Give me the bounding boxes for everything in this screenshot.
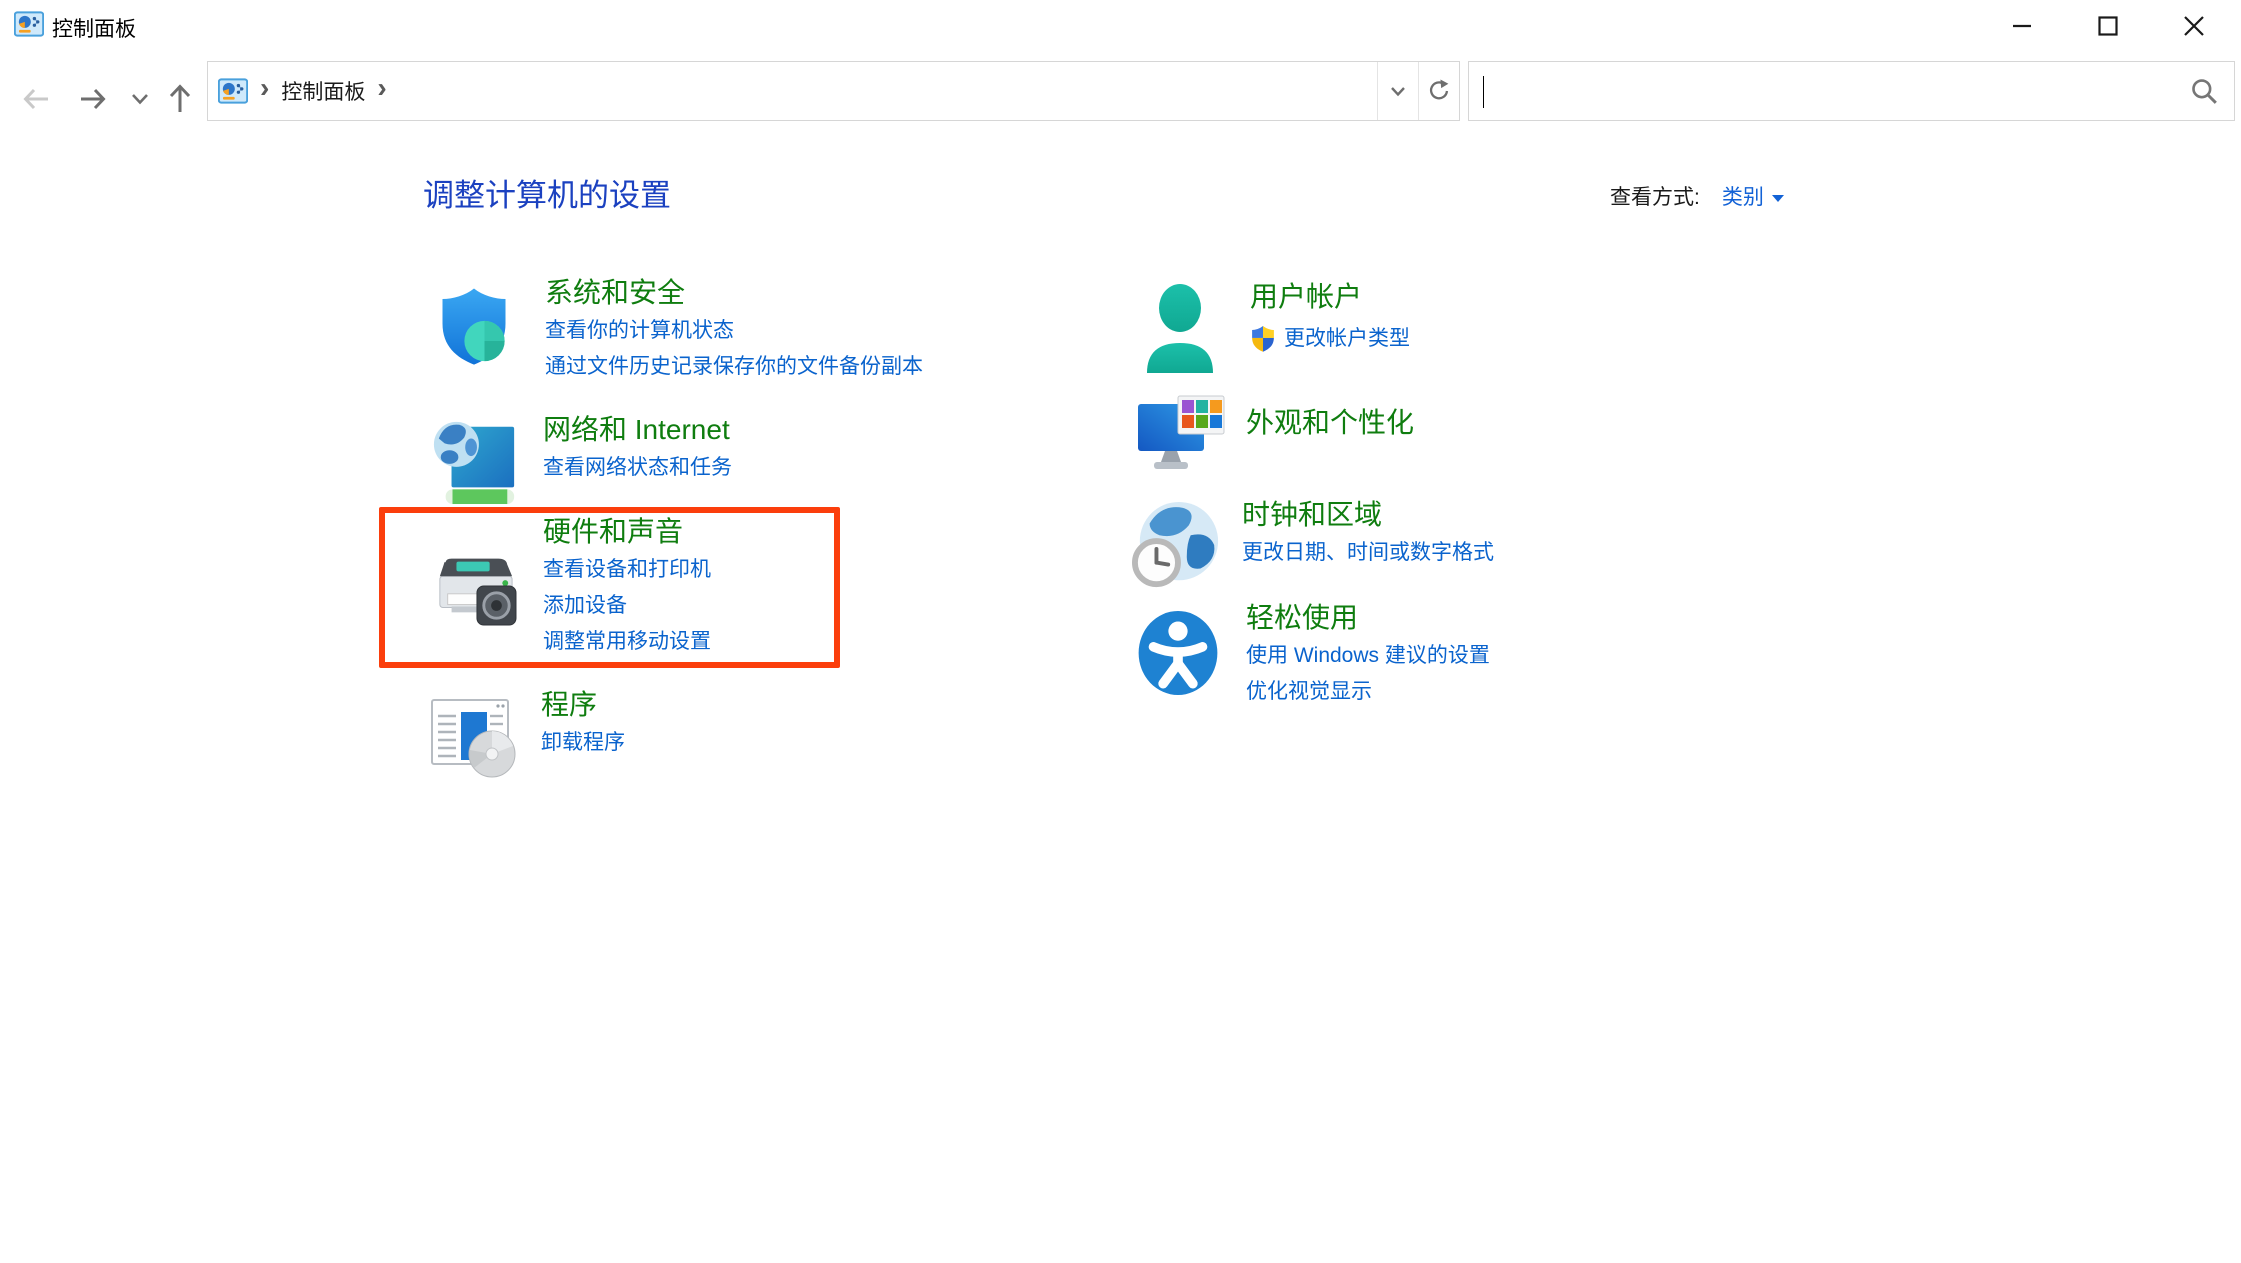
category-clock-and-region: 时钟和区域 更改日期、时间或数字格式: [1132, 495, 1494, 571]
task-link[interactable]: 查看网络状态和任务: [543, 450, 732, 486]
category-appearance-and-personalization: 外观和个性化: [1136, 403, 1414, 443]
chevron-down-icon: [1390, 86, 1406, 97]
view-by-label: 查看方式:: [1610, 181, 1700, 211]
breadcrumb-separator-icon: ›: [365, 72, 398, 110]
printer-speaker-icon[interactable]: [430, 545, 520, 632]
window-title: 控制面板: [52, 13, 136, 43]
control-panel-icon: [14, 11, 44, 37]
category-system-and-security: 系统和安全 查看你的计算机状态 通过文件历史记录保存你的文件备份副本: [432, 273, 923, 385]
maximize-button[interactable]: [2065, 0, 2151, 52]
category-title[interactable]: 时钟和区域: [1242, 495, 1494, 535]
task-link[interactable]: 查看你的计算机状态: [545, 313, 923, 349]
forward-button[interactable]: [76, 82, 110, 116]
back-button[interactable]: [19, 82, 53, 116]
refresh-icon: [1426, 78, 1452, 104]
refresh-button[interactable]: [1418, 62, 1459, 120]
uac-shield-icon: [1250, 325, 1276, 353]
search-input[interactable]: [1487, 62, 2157, 120]
address-dropdown-button[interactable]: [1377, 62, 1418, 120]
category-network-and-internet: 网络和 Internet 查看网络状态和任务: [430, 410, 732, 486]
program-disc-icon[interactable]: [428, 694, 522, 783]
close-icon: [2182, 14, 2206, 38]
task-link[interactable]: 调整常用移动设置: [543, 624, 711, 660]
breadcrumb-separator-icon: ›: [248, 72, 281, 110]
task-link[interactable]: 通过文件历史记录保存你的文件备份副本: [545, 349, 923, 385]
task-link[interactable]: 使用 Windows 建议的设置: [1246, 638, 1490, 674]
globe-clock-icon[interactable]: [1132, 500, 1222, 595]
breadcrumb-control-panel[interactable]: 控制面板: [281, 76, 365, 106]
category-title[interactable]: 系统和安全: [545, 273, 923, 313]
category-title[interactable]: 程序: [541, 685, 625, 725]
category-title[interactable]: 外观和个性化: [1246, 403, 1414, 443]
back-arrow-icon: [20, 83, 52, 115]
up-button[interactable]: [163, 82, 197, 116]
search-box[interactable]: [1468, 61, 2235, 121]
navigation-bar: › 控制面板 ›: [0, 52, 2241, 132]
control-panel-window: 控制面板 › 控制面板: [0, 0, 2241, 1263]
page-title: 调整计算机的设置: [423, 170, 671, 215]
category-title[interactable]: 硬件和声音: [543, 512, 711, 552]
maximize-icon: [2096, 14, 2120, 38]
close-button[interactable]: [2151, 0, 2237, 52]
category-ease-of-access: 轻松使用 使用 Windows 建议的设置 优化视觉显示: [1136, 598, 1490, 710]
chevron-down-icon[interactable]: [1772, 195, 1784, 202]
title-bar: 控制面板: [0, 0, 2241, 52]
forward-arrow-icon: [77, 83, 109, 115]
shield-pie-icon[interactable]: [432, 283, 516, 376]
recent-pages-button[interactable]: [123, 82, 157, 116]
task-link[interactable]: 添加设备: [543, 588, 711, 624]
minimize-button[interactable]: [1979, 0, 2065, 52]
task-link[interactable]: 优化视觉显示: [1246, 674, 1490, 710]
monitor-palette-icon[interactable]: [1136, 394, 1226, 479]
category-title[interactable]: 用户帐户: [1250, 277, 1410, 317]
task-link[interactable]: 查看设备和打印机: [543, 552, 711, 588]
category-title[interactable]: 网络和 Internet: [543, 410, 732, 450]
task-link[interactable]: 卸载程序: [541, 725, 625, 761]
address-bar[interactable]: › 控制面板 ›: [207, 61, 1460, 121]
control-panel-icon: [218, 78, 248, 104]
task-link[interactable]: 更改帐户类型: [1250, 321, 1410, 357]
category-programs: 程序 卸载程序: [428, 685, 625, 761]
minimize-icon: [2010, 14, 2034, 38]
view-by-dropdown[interactable]: 类别: [1722, 181, 1764, 211]
user-icon[interactable]: [1140, 281, 1220, 378]
category-user-accounts: 用户帐户 更改帐户类型: [1140, 277, 1410, 357]
category-hardware-and-sound: 硬件和声音 查看设备和打印机 添加设备 调整常用移动设置: [430, 512, 711, 660]
search-icon: [2190, 77, 2218, 105]
task-link[interactable]: 更改日期、时间或数字格式: [1242, 535, 1494, 571]
accessibility-icon[interactable]: [1136, 610, 1220, 701]
chevron-down-icon: [131, 93, 149, 105]
up-arrow-icon: [164, 82, 196, 116]
category-title[interactable]: 轻松使用: [1246, 598, 1490, 638]
text-caret: [1483, 76, 1484, 108]
network-globe-icon[interactable]: [430, 415, 520, 510]
